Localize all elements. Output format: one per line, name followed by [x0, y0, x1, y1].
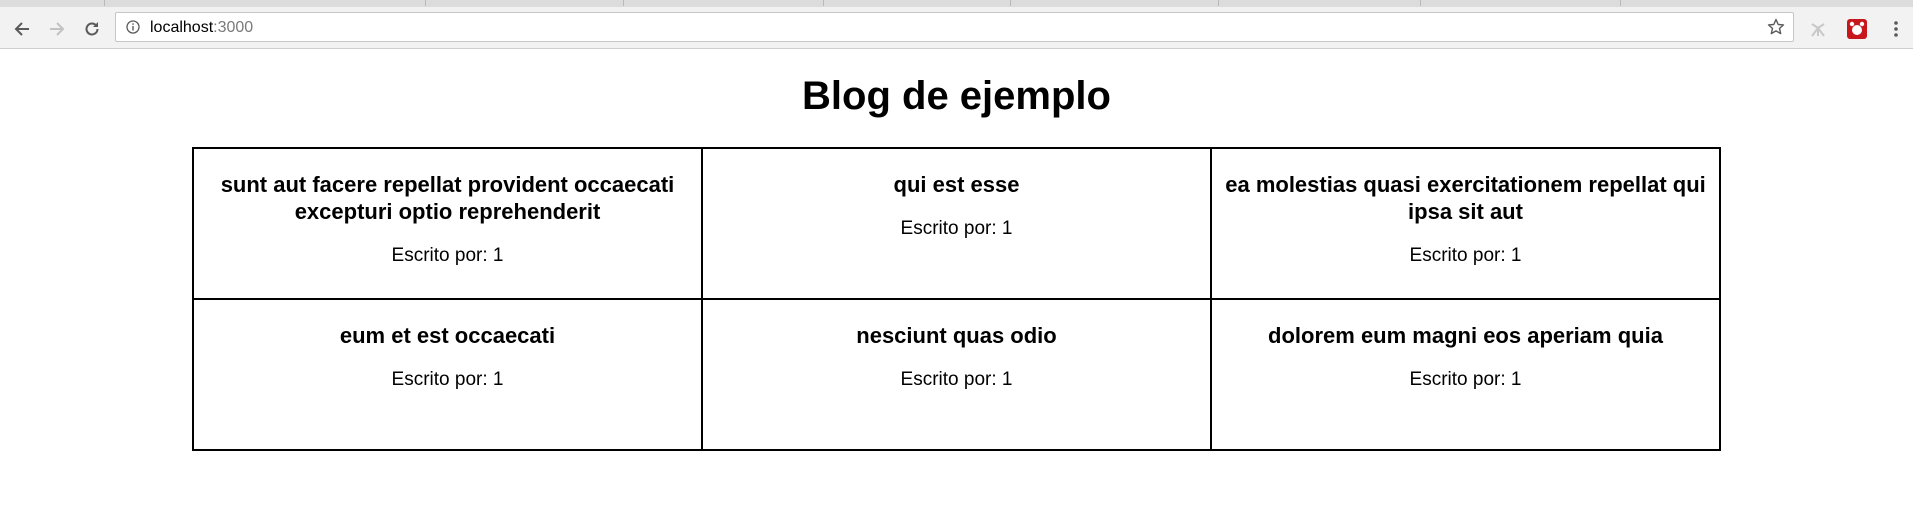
post-card: eum et est occaecati Escrito por: 1 [193, 299, 702, 450]
page-title: Blog de ejemplo [802, 74, 1111, 118]
tab-divider [1010, 0, 1011, 6]
post-card: nesciunt quas odio Escrito por: 1 [702, 299, 1211, 450]
post-author: Escrito por: 1 [391, 369, 504, 390]
extension-icon-red[interactable] [1846, 18, 1868, 40]
post-card: qui est esse Escrito por: 1 [702, 148, 1211, 299]
tab-divider [623, 0, 624, 6]
back-arrow-icon [14, 22, 29, 36]
star-icon[interactable] [1767, 18, 1785, 36]
tab-divider [823, 0, 824, 6]
post-title: sunt aut facere repellat provident occae… [220, 172, 675, 224]
extension-icon[interactable] [1808, 18, 1830, 40]
post-title: ea molestias quasi exercitationem repell… [1225, 172, 1706, 224]
post-title: nesciunt quas odio [856, 323, 1057, 348]
post-author: Escrito por: 1 [391, 245, 504, 266]
post-title: qui est esse [893, 172, 1020, 197]
browser-toolbar: localhost:3000 [0, 7, 1913, 49]
post-title: eum et est occaecati [339, 323, 556, 348]
forward-arrow-icon [50, 22, 65, 36]
menu-dots-icon [1894, 21, 1898, 37]
forward-button[interactable] [43, 15, 71, 43]
post-author: Escrito por: 1 [900, 218, 1013, 239]
url-port: :3000 [213, 19, 254, 36]
post-card: dolorem eum magni eos aperiam quia Escri… [1211, 299, 1720, 450]
back-button[interactable] [8, 15, 36, 43]
tab-divider [1420, 0, 1421, 6]
post-card: sunt aut facere repellat provident occae… [193, 148, 702, 299]
tab-divider [104, 0, 105, 6]
post-author: Escrito por: 1 [1409, 245, 1522, 266]
post-author: Escrito por: 1 [1409, 369, 1522, 390]
tab-divider [425, 0, 426, 6]
address-bar[interactable]: localhost:3000 [115, 12, 1794, 42]
tab-divider [1218, 0, 1219, 6]
post-author: Escrito por: 1 [900, 369, 1013, 390]
url-host: localhost [150, 19, 214, 36]
post-card: ea molestias quasi exercitationem repell… [1211, 148, 1720, 299]
browser-menu-button[interactable] [1882, 15, 1910, 43]
tab-divider [1620, 0, 1621, 6]
info-icon[interactable] [126, 20, 140, 34]
reload-icon [85, 22, 99, 36]
posts-grid: sunt aut facere repellat provident occae… [192, 147, 1721, 451]
reload-button[interactable] [78, 15, 106, 43]
url-text[interactable]: localhost:3000 [150, 19, 253, 37]
post-title: dolorem eum magni eos aperiam quia [1268, 323, 1663, 348]
